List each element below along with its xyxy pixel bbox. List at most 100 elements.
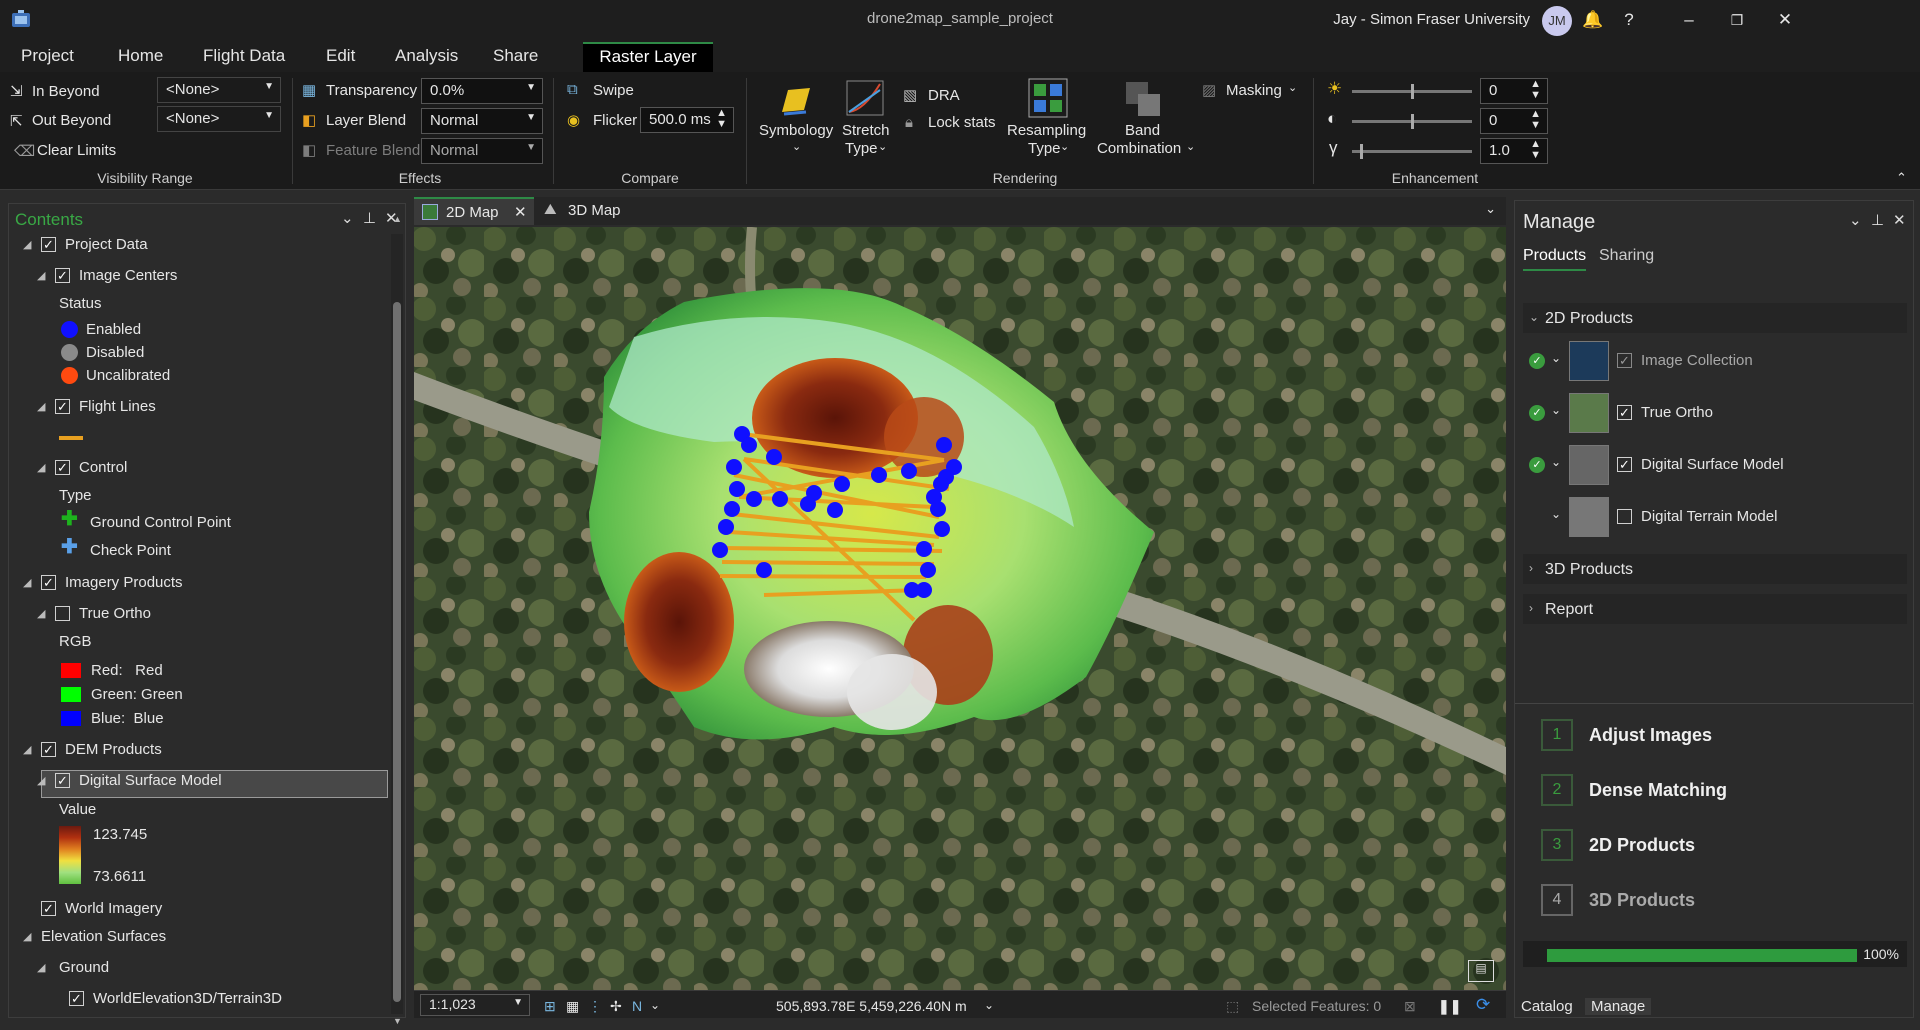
tab-products[interactable]: Products (1523, 247, 1587, 271)
transparency-input[interactable]: 0.0% ▼ (421, 78, 543, 104)
dsm-checkbox[interactable]: ✓ (55, 773, 70, 788)
image-centers-checkbox[interactable]: ✓ (55, 268, 70, 283)
tree-image-centers[interactable]: Image Centers (79, 267, 177, 284)
chevron-down-icon[interactable]: ⌄ (1485, 201, 1496, 217)
map-overview-icon[interactable]: ▤ (1468, 960, 1494, 982)
chevron-down-icon[interactable]: ⌄ (1551, 455, 1561, 469)
stretch-type-label-2[interactable]: Type (845, 140, 878, 157)
true-ortho-product-checkbox[interactable]: ✓ (1617, 405, 1632, 420)
out-beyond-select[interactable]: <None> ▼ (157, 106, 281, 132)
tree-world-imagery[interactable]: World Imagery (65, 900, 162, 917)
section-2d-products[interactable]: ⌄ 2D Products (1523, 303, 1907, 333)
step-dense-matching[interactable]: Dense Matching (1589, 780, 1727, 801)
avatar[interactable]: JM (1542, 6, 1572, 36)
imagery-products-checkbox[interactable]: ✓ (41, 575, 56, 590)
chevron-down-icon[interactable]: ⌄ (984, 998, 994, 1012)
spinner-icon[interactable]: ▲ ▼ (1530, 109, 1541, 131)
chevron-down-icon[interactable]: ⌄ (1186, 140, 1195, 153)
spinner-icon[interactable]: ▲ ▼ (716, 108, 727, 130)
tab-raster-layer[interactable]: Raster Layer (583, 42, 713, 72)
restore-icon[interactable]: ❐ (1726, 8, 1748, 32)
chevron-down-icon[interactable]: ⌄ (1060, 140, 1069, 153)
world-elevation-checkbox[interactable]: ✓ (69, 991, 84, 1006)
step-2d-products[interactable]: 2D Products (1589, 835, 1695, 856)
refresh-icon[interactable]: ⟳ (1476, 995, 1490, 1015)
close-icon[interactable]: ✕ (514, 203, 527, 221)
tab-catalog[interactable]: Catalog (1515, 998, 1579, 1015)
scrollbar-thumb[interactable] (393, 302, 401, 1002)
collapse-arrow-icon[interactable]: ◢ (37, 607, 45, 620)
tab-manage[interactable]: Manage (1585, 998, 1652, 1015)
lock-stats-button[interactable]: Lock stats (928, 114, 996, 131)
chevron-down-icon[interactable]: ⌄ (650, 998, 660, 1012)
band-combination-label-2[interactable]: Combination (1097, 140, 1181, 157)
tab-2d-map[interactable]: 2D Map ✕ (414, 197, 534, 225)
swipe-button[interactable]: Swipe (593, 82, 634, 99)
gamma-slider-handle[interactable] (1360, 144, 1363, 159)
section-report[interactable]: › Report (1523, 594, 1907, 624)
product-image-collection[interactable]: Image Collection (1641, 352, 1753, 369)
world-imagery-checkbox[interactable]: ✓ (41, 901, 56, 916)
feature-blend-select[interactable]: Normal ▼ (421, 138, 543, 164)
stretch-type-label[interactable]: Stretch (842, 122, 890, 139)
brightness-input[interactable]: 0 ▲ ▼ (1480, 78, 1548, 104)
product-dsm[interactable]: Digital Surface Model (1641, 456, 1784, 473)
tree-digital-surface-model[interactable]: Digital Surface Model (79, 772, 222, 789)
dtm-product-checkbox[interactable] (1617, 509, 1632, 524)
true-ortho-checkbox[interactable] (55, 606, 70, 621)
gamma-input[interactable]: 1.0 ▲ ▼ (1480, 138, 1548, 164)
clear-limits-button[interactable]: Clear Limits (37, 142, 116, 159)
tab-share[interactable]: Share (493, 46, 538, 66)
chevron-down-icon[interactable]: ⌄ (1551, 403, 1561, 417)
collapse-arrow-icon[interactable]: ◢ (37, 461, 45, 474)
tree-project-data[interactable]: Project Data (65, 236, 148, 253)
resampling-type-label-2[interactable]: Type (1028, 140, 1061, 157)
scroll-up-icon[interactable]: ▲ (393, 214, 402, 224)
collapse-arrow-icon[interactable]: ◢ (37, 400, 45, 413)
dem-products-checkbox[interactable]: ✓ (41, 742, 56, 757)
step-3d-products[interactable]: 3D Products (1589, 890, 1695, 911)
contrast-input[interactable]: 0 ▲ ▼ (1480, 108, 1548, 134)
image-collection-checkbox[interactable]: ✓ (1617, 353, 1632, 368)
tab-home[interactable]: Home (118, 46, 163, 66)
spinner-icon[interactable]: ▲ ▼ (1530, 79, 1541, 101)
dsm-product-checkbox[interactable]: ✓ (1617, 457, 1632, 472)
pin-icon[interactable]: ⊥ (1871, 211, 1884, 229)
fixed-zoom-icon[interactable]: ⊞ (544, 998, 556, 1015)
out-beyond-label[interactable]: Out Beyond (32, 112, 111, 129)
tree-world-elevation[interactable]: WorldElevation3D/Terrain3D (93, 990, 282, 1007)
step-adjust-images[interactable]: Adjust Images (1589, 725, 1712, 746)
collapse-arrow-icon[interactable]: ◢ (37, 961, 45, 974)
masking-button[interactable]: Masking (1226, 82, 1282, 99)
minimize-icon[interactable]: – (1678, 8, 1700, 32)
pin-icon[interactable]: ⊥ (363, 209, 376, 227)
tab-sharing[interactable]: Sharing (1599, 247, 1654, 265)
section-3d-products[interactable]: › 3D Products (1523, 554, 1907, 584)
control-checkbox[interactable]: ✓ (55, 460, 70, 475)
grid-icon[interactable]: ▦ (566, 998, 579, 1015)
project-data-checkbox[interactable]: ✓ (41, 237, 56, 252)
tab-project[interactable]: Project (21, 46, 74, 66)
chevron-down-icon[interactable]: ⌄ (1551, 351, 1561, 365)
pane-options-icon[interactable]: ⌄ (341, 209, 354, 227)
layer-blend-select[interactable]: Normal ▼ (421, 108, 543, 134)
navigate-icon[interactable]: ✢ (610, 998, 622, 1015)
spinner-icon[interactable]: ▲ ▼ (1530, 139, 1541, 161)
tree-true-ortho[interactable]: True Ortho (79, 605, 151, 622)
in-beyond-select[interactable]: <None> ▼ (157, 77, 281, 103)
tree-elevation-surfaces[interactable]: Elevation Surfaces (41, 928, 166, 945)
north-arrow-icon[interactable]: N (632, 998, 642, 1014)
scrollbar[interactable]: ▲ ▼ (391, 214, 403, 1026)
symbology-button[interactable]: Symbology (759, 122, 833, 139)
chevron-down-icon[interactable]: ⌄ (1288, 81, 1297, 94)
flicker-interval-input[interactable]: 500.0 ms ▲ ▼ (640, 107, 734, 133)
collapse-arrow-icon[interactable]: ◢ (23, 238, 31, 251)
gamma-slider[interactable] (1352, 150, 1472, 153)
chevron-down-icon[interactable]: ⌄ (792, 140, 801, 153)
close-icon[interactable]: ✕ (1893, 211, 1906, 229)
scale-select[interactable]: 1:1,023 ▼ (420, 994, 530, 1016)
close-icon[interactable]: ✕ (1774, 8, 1796, 32)
chevron-down-icon[interactable]: ⌄ (1551, 507, 1561, 521)
scroll-down-icon[interactable]: ▼ (393, 1016, 402, 1026)
pane-options-icon[interactable]: ⌄ (1849, 211, 1862, 229)
